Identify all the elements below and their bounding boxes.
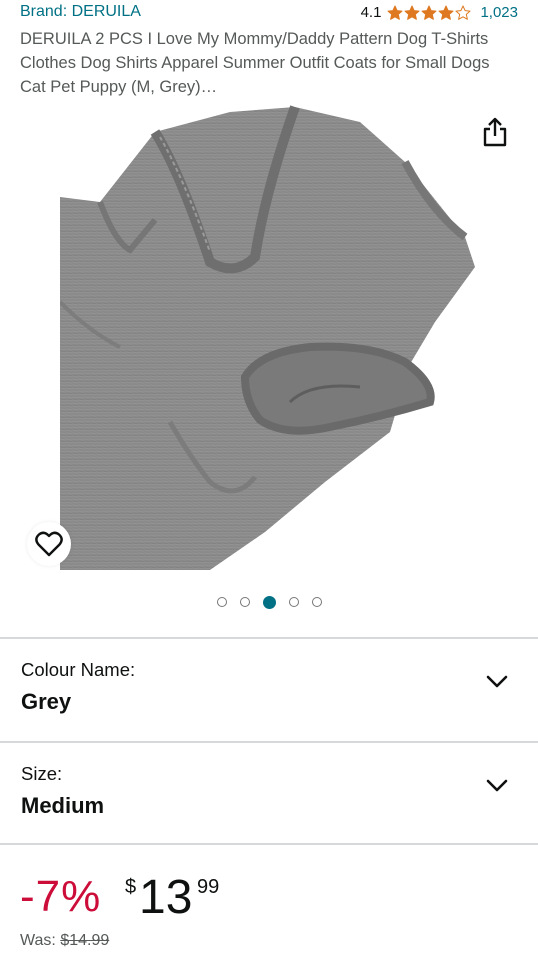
colour-value: Grey bbox=[21, 689, 72, 714]
pagination-dot[interactable] bbox=[288, 597, 299, 607]
heart-icon bbox=[35, 531, 63, 557]
size-label: Size: bbox=[21, 763, 63, 784]
star-empty-icon bbox=[455, 5, 471, 20]
price-currency-symbol: $ bbox=[125, 876, 137, 898]
star-rating bbox=[387, 5, 472, 21]
chevron-down-icon[interactable] bbox=[486, 779, 508, 793]
price-whole: 13 bbox=[139, 871, 193, 924]
product-header: Brand: DERUILA 4.1 1,023 bbox=[0, 0, 538, 26]
star-full-icon bbox=[421, 5, 437, 20]
price-block: -7% $ 13 99 Was: $14.99 bbox=[0, 860, 538, 960]
divider bbox=[0, 843, 538, 845]
star-full-icon bbox=[387, 5, 403, 20]
star-full-icon bbox=[438, 5, 454, 20]
discount-percentage: -7% bbox=[20, 872, 102, 921]
product-image-gallery[interactable] bbox=[0, 96, 538, 586]
image-pagination bbox=[0, 594, 538, 610]
pagination-dot[interactable] bbox=[239, 597, 250, 607]
chevron-down-icon[interactable] bbox=[486, 675, 508, 689]
brand-link[interactable]: Brand: DERUILA bbox=[20, 3, 141, 21]
share-icon bbox=[483, 117, 507, 147]
was-price: $14.99 bbox=[60, 932, 110, 949]
share-button[interactable] bbox=[480, 116, 510, 148]
list-price: Was: $14.99 bbox=[20, 932, 109, 950]
pagination-dot[interactable] bbox=[311, 597, 322, 607]
colour-label: Colour Name: bbox=[21, 659, 136, 680]
price-fraction: 99 bbox=[197, 876, 220, 898]
star-full-icon bbox=[404, 5, 420, 20]
size-value: Medium bbox=[21, 793, 105, 818]
size-selector[interactable]: Size: Medium bbox=[0, 743, 538, 843]
rating-summary[interactable]: 4.1 1,023 bbox=[361, 4, 518, 21]
rating-value: 4.1 bbox=[360, 4, 382, 21]
was-label: Was: bbox=[20, 932, 56, 949]
product-image[interactable] bbox=[60, 102, 480, 570]
pagination-dot[interactable] bbox=[216, 597, 227, 607]
review-count-link[interactable]: 1,023 bbox=[480, 4, 518, 21]
pagination-dot-active[interactable] bbox=[262, 595, 276, 609]
colour-selector[interactable]: Colour Name: Grey bbox=[0, 639, 538, 739]
add-to-wishlist-button[interactable] bbox=[27, 522, 71, 566]
product-title: DERUILA 2 PCS I Love My Mommy/Daddy Patt… bbox=[20, 30, 490, 96]
